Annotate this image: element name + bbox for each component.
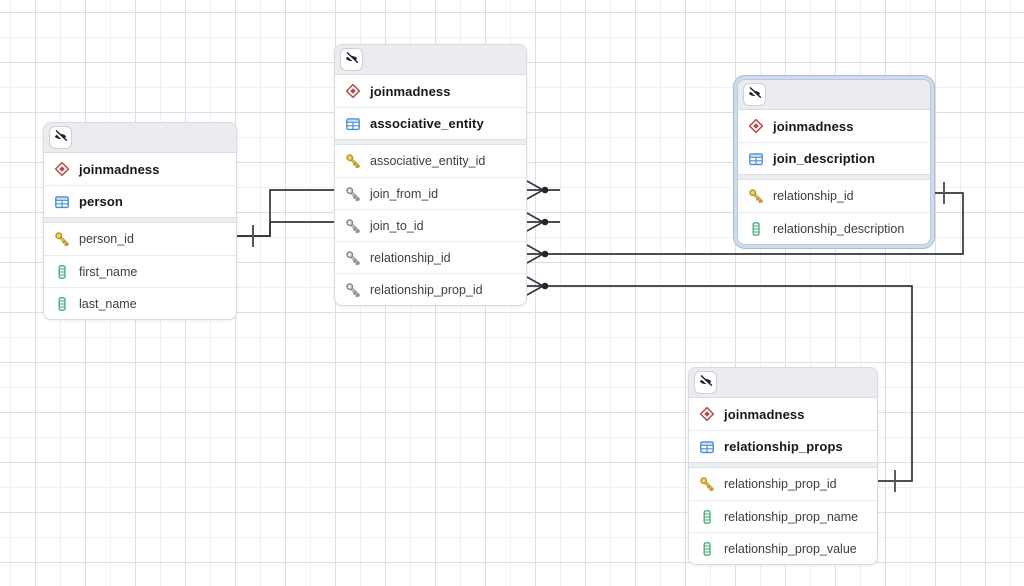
table-name: join_description (773, 151, 875, 166)
column-name: join_from_id (370, 187, 438, 201)
table-name: person (79, 194, 123, 209)
schema-name: joinmadness (370, 84, 451, 99)
column-name: join_to_id (370, 219, 424, 233)
column-name: associative_entity_id (370, 154, 485, 168)
column-name: relationship_prop_id (370, 283, 483, 297)
table-card-header (44, 123, 236, 153)
column-icon (54, 296, 70, 312)
column-row[interactable]: person_id (44, 223, 236, 255)
table-icon (699, 439, 715, 455)
column-row[interactable]: relationship_prop_id (689, 468, 877, 500)
schema-name: joinmadness (724, 407, 805, 422)
table-card-relationship_props[interactable]: joinmadness relationship_props relations… (688, 367, 878, 565)
cardinality-dot (542, 187, 549, 194)
column-row[interactable]: relationship_id (738, 180, 930, 212)
table-icon (748, 151, 764, 167)
key-primary-icon (748, 188, 764, 204)
table-card-person[interactable]: joinmadness person person_id first_name … (43, 122, 237, 320)
column-row[interactable]: relationship_prop_value (689, 532, 877, 564)
hide-table-button[interactable] (340, 48, 363, 71)
column-row[interactable]: relationship_prop_name (689, 500, 877, 532)
table-name-row[interactable]: associative_entity (335, 107, 526, 139)
schema-name: joinmadness (773, 119, 854, 134)
column-name: relationship_prop_value (724, 542, 857, 556)
table-name-row[interactable]: person (44, 185, 236, 217)
column-icon (748, 221, 764, 237)
column-name: relationship_id (773, 189, 854, 203)
schema-icon (748, 118, 764, 134)
column-row[interactable]: relationship_prop_id (335, 273, 526, 305)
schema-row[interactable]: joinmadness (335, 75, 526, 107)
key-foreign-icon (345, 186, 361, 202)
cardinality-dot (542, 251, 549, 258)
column-row[interactable]: join_from_id (335, 177, 526, 209)
table-name-row[interactable]: join_description (738, 142, 930, 174)
eye-off-icon (698, 374, 713, 392)
column-name: first_name (79, 265, 137, 279)
column-icon (699, 541, 715, 557)
table-card-header (738, 80, 930, 110)
column-row[interactable]: join_to_id (335, 209, 526, 241)
schema-row[interactable]: joinmadness (738, 110, 930, 142)
column-name: relationship_id (370, 251, 451, 265)
key-primary-icon (54, 231, 70, 247)
column-icon (699, 509, 715, 525)
table-card-associative_entity[interactable]: joinmadness associative_entity associati… (334, 44, 527, 306)
table-name: associative_entity (370, 116, 484, 131)
schema-icon (54, 161, 70, 177)
key-foreign-icon (345, 250, 361, 266)
column-row[interactable]: first_name (44, 255, 236, 287)
key-foreign-icon (345, 282, 361, 298)
cardinality-dot (542, 219, 549, 226)
column-row[interactable]: relationship_description (738, 212, 930, 244)
key-primary-icon (345, 153, 361, 169)
table-name-row[interactable]: relationship_props (689, 430, 877, 462)
table-card-header (689, 368, 877, 398)
column-name: person_id (79, 232, 134, 246)
eye-off-icon (747, 86, 762, 104)
diagram-canvas[interactable]: joinmadness person person_id first_name … (0, 0, 1024, 586)
column-row[interactable]: associative_entity_id (335, 145, 526, 177)
column-row[interactable]: relationship_id (335, 241, 526, 273)
table-card-join_description[interactable]: joinmadness join_description relationshi… (737, 79, 931, 245)
schema-row[interactable]: joinmadness (689, 398, 877, 430)
hide-table-button[interactable] (694, 371, 717, 394)
table-name: relationship_props (724, 439, 843, 454)
column-name: relationship_prop_name (724, 510, 858, 524)
column-name: last_name (79, 297, 137, 311)
hide-table-button[interactable] (49, 126, 72, 149)
schema-name: joinmadness (79, 162, 160, 177)
hide-table-button[interactable] (743, 83, 766, 106)
column-name: relationship_description (773, 222, 904, 236)
table-card-header (335, 45, 526, 75)
table-icon (54, 194, 70, 210)
schema-icon (345, 83, 361, 99)
eye-off-icon (344, 51, 359, 69)
schema-row[interactable]: joinmadness (44, 153, 236, 185)
cardinality-dot (542, 283, 549, 290)
key-primary-icon (699, 476, 715, 492)
key-foreign-icon (345, 218, 361, 234)
schema-icon (699, 406, 715, 422)
column-row[interactable]: last_name (44, 287, 236, 319)
column-icon (54, 264, 70, 280)
eye-off-icon (53, 129, 68, 147)
table-icon (345, 116, 361, 132)
column-name: relationship_prop_id (724, 477, 837, 491)
